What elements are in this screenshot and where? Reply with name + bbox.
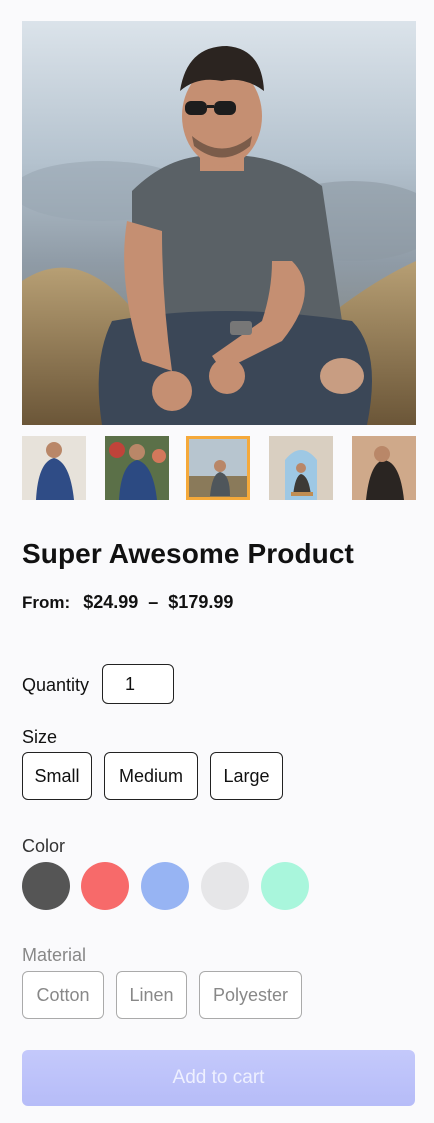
size-small-button[interactable]: Small [22, 752, 92, 800]
size-large-button[interactable]: Large [210, 752, 283, 800]
price-prefix: From: [22, 593, 71, 612]
price-max: $179.99 [168, 592, 234, 612]
thumbnail-4[interactable] [269, 436, 333, 500]
thumbnail-5[interactable] [352, 436, 416, 500]
man-photo-illustration [22, 21, 416, 425]
price-range: From: $24.99 – $179.99 [22, 592, 233, 613]
product-title: Super Awesome Product [22, 538, 354, 569]
material-cotton-button[interactable]: Cotton [22, 971, 104, 1019]
size-medium-button[interactable]: Medium [104, 752, 198, 800]
thumbnail-3[interactable] [186, 436, 250, 500]
thumbnail-2[interactable] [105, 436, 169, 500]
quantity-label: Quantity [22, 675, 90, 695]
price-separator: – [148, 592, 159, 612]
color-swatch-dark-gray[interactable] [22, 862, 70, 910]
price-min: $24.99 [83, 592, 139, 612]
size-label: Size [22, 727, 58, 747]
color-swatch-mint[interactable] [261, 862, 309, 910]
product-main-image [22, 21, 416, 425]
color-swatch-light-gray[interactable] [201, 862, 249, 910]
add-to-cart-button[interactable]: Add to cart [22, 1050, 415, 1106]
man-leather-jacket-crouching-photo [352, 436, 416, 500]
man-seated-arch-photo [269, 436, 333, 500]
thumbnail-strip [22, 436, 416, 502]
color-swatch-blue[interactable] [141, 862, 189, 910]
man-blue-shirt-garden-photo [105, 436, 169, 500]
material-polyester-button[interactable]: Polyester [199, 971, 302, 1019]
thumbnail-1[interactable] [22, 436, 86, 500]
material-label: Material [22, 945, 87, 965]
man-blue-denim-shirt-photo [22, 436, 86, 500]
color-label: Color [22, 836, 66, 856]
color-swatch-red[interactable] [81, 862, 129, 910]
man-crouching-city-view-photo [186, 436, 250, 500]
quantity-input[interactable] [102, 664, 174, 704]
material-linen-button[interactable]: Linen [116, 971, 187, 1019]
